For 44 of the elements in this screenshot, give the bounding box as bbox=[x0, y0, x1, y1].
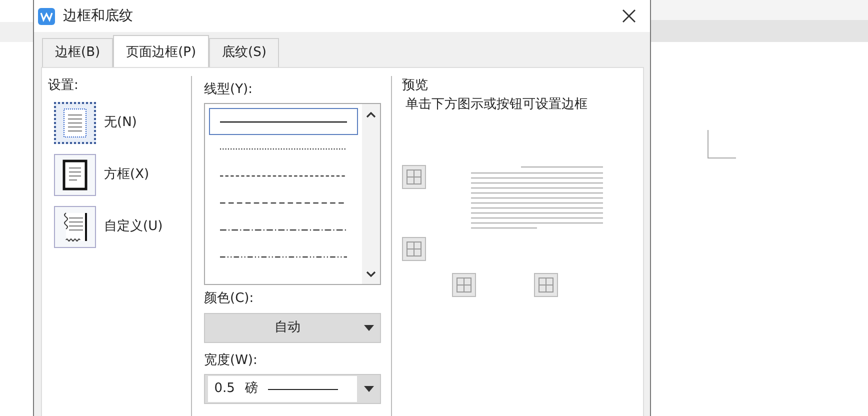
color-dropdown[interactable]: 自动 bbox=[204, 312, 381, 342]
width-unit: 磅 bbox=[244, 380, 258, 398]
page-corner-mark bbox=[707, 130, 737, 160]
line-sample-icon bbox=[268, 388, 338, 390]
right-border-button[interactable] bbox=[534, 272, 558, 296]
preview-hint: 单击下方图示或按钮可设置边框 bbox=[405, 96, 588, 114]
border-grid-icon bbox=[455, 276, 473, 294]
width-value: 0.5 bbox=[214, 380, 235, 398]
setting-option[interactable] bbox=[54, 206, 96, 248]
dropdown-arrow-icon bbox=[364, 386, 374, 392]
dropdown-arrow-icon bbox=[364, 324, 374, 330]
tab[interactable]: 底纹(S) bbox=[209, 38, 280, 66]
scroll-up-icon[interactable] bbox=[366, 110, 376, 118]
setting-label: 自定义(U) bbox=[104, 218, 163, 236]
border-grid-icon bbox=[405, 240, 423, 258]
setting-option[interactable] bbox=[54, 154, 96, 196]
left-border-button[interactable] bbox=[452, 272, 476, 296]
top-border-button[interactable] bbox=[402, 164, 426, 188]
line-pattern-icon bbox=[220, 200, 347, 204]
setting-label: 无(N) bbox=[104, 114, 137, 132]
line-pattern-icon bbox=[220, 228, 347, 232]
preview-label: 预览 bbox=[402, 78, 428, 92]
scroll-down-icon[interactable] bbox=[366, 270, 376, 278]
color-value: 自动 bbox=[274, 318, 302, 337]
line-style-option[interactable] bbox=[209, 108, 358, 135]
setting-label: 方框(X) bbox=[104, 166, 150, 184]
line-style-label: 线型(Y): bbox=[204, 80, 254, 98]
width-dropdown[interactable]: 0.5 磅 bbox=[204, 374, 381, 404]
border-grid-icon bbox=[405, 168, 423, 186]
border-grid-icon bbox=[537, 276, 555, 294]
line-pattern-icon bbox=[220, 146, 347, 150]
tab[interactable]: 边框(B) bbox=[42, 38, 114, 66]
window-title: 边框和底纹 bbox=[63, 6, 134, 26]
line-pattern-icon bbox=[220, 120, 347, 124]
setting-option[interactable] bbox=[54, 102, 96, 144]
line-pattern-icon bbox=[220, 174, 347, 178]
app-logo-icon bbox=[38, 8, 55, 24]
line-pattern-icon bbox=[220, 254, 347, 258]
tab[interactable]: 页面边框(P) bbox=[113, 35, 210, 66]
settings-label: 设置: bbox=[48, 78, 78, 92]
bottom-border-button[interactable] bbox=[402, 236, 426, 260]
close-icon bbox=[622, 9, 636, 23]
width-label: 宽度(W): bbox=[204, 352, 258, 370]
color-label: 颜色(C): bbox=[204, 290, 255, 308]
